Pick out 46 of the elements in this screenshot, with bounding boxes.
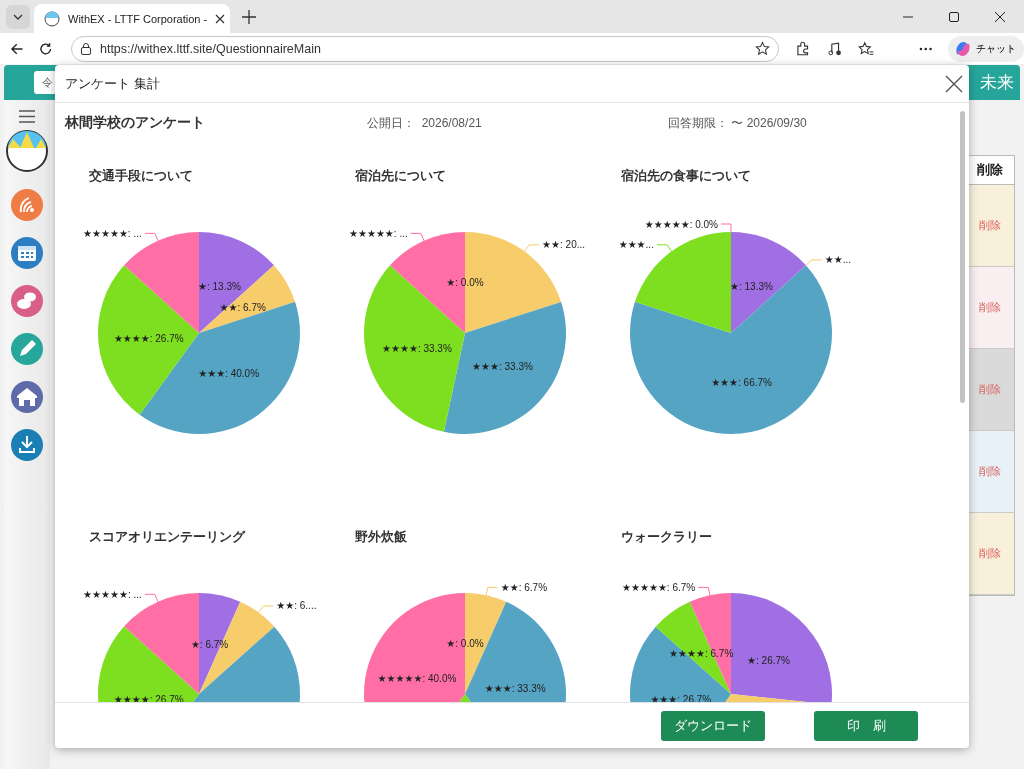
- slice-label: ★★: 20...: [542, 239, 586, 251]
- slice-label: ★★★...: [618, 239, 654, 251]
- slice-label: ★★★: 33.3%: [472, 361, 533, 373]
- slice-label: ★★: 6.7%: [219, 302, 266, 314]
- delete-link[interactable]: 削除: [979, 300, 1001, 315]
- slice-label: ★: 26.7%: [747, 654, 790, 666]
- slice-label: ★★★★★: ...: [83, 588, 142, 600]
- chart-title: スコアオリエンテーリング: [88, 529, 247, 546]
- chart-title: 宿泊先について: [354, 167, 447, 185]
- dialog-title: アンケート 集計: [65, 74, 160, 93]
- delete-link[interactable]: 削除: [979, 546, 1001, 561]
- slice-label: ★: 13.3%: [730, 281, 773, 293]
- delete-link[interactable]: 削除: [979, 464, 1001, 479]
- slice-label: ★★★★★: 40.0%: [377, 672, 457, 684]
- slice-label: ★★★★★: 0.0%: [644, 218, 718, 230]
- copilot-button[interactable]: チャット: [948, 35, 1024, 62]
- download-button[interactable]: ダウンロード: [661, 710, 765, 741]
- slice-label: ★★...: [824, 254, 852, 266]
- tab-title: WithEX - LTTF Corporation -: [68, 12, 208, 25]
- slice-label: ★: 0.0%: [446, 638, 484, 649]
- slice-label: ★★★: 66.7%: [711, 376, 772, 388]
- slice-label: ★★: 6....: [276, 600, 317, 612]
- print-button[interactable]: 印 刷: [814, 710, 918, 741]
- chart-title: 宿泊先の食事について: [620, 167, 752, 185]
- slice-label: ★★★★: 26.7%: [113, 332, 184, 344]
- browser-tab[interactable]: WithEX - LTTF Corporation -: [34, 4, 230, 33]
- header-text: 未来: [980, 72, 1014, 94]
- slice-label: ★: 0.0%: [446, 277, 484, 288]
- chart-title: 野外炊飯: [354, 529, 408, 546]
- slice-label: ★★★★★: ...: [83, 227, 142, 239]
- url-text: https://withex.lttf.site/QuestionnaireMain: [99, 41, 322, 56]
- slice-label: ★★★: 33.3%: [484, 683, 546, 695]
- deadline: 回答期限： 〜 2026/09/30: [668, 114, 808, 132]
- slice-label: ★★★★★: ...: [349, 227, 408, 239]
- survey-title: 林間学校のアンケート: [65, 114, 206, 132]
- slice-label: ★★★★: 33.3%: [382, 343, 452, 355]
- chart-title: 交通手段について: [88, 167, 194, 185]
- slice-label: ★★★★: 26.7%: [113, 693, 184, 702]
- chart-title: ウォークラリー: [620, 529, 713, 546]
- publish-date: 公開日： 2026/08/21: [367, 114, 483, 132]
- slice-label: ★★★★★: 6.7%: [622, 581, 696, 593]
- delete-link[interactable]: 削除: [979, 382, 1001, 397]
- slice-label: ★★: 6.7%: [500, 581, 548, 593]
- delete-link[interactable]: 削除: [979, 218, 1001, 233]
- slice-label: ★★★: 40.0%: [198, 368, 260, 380]
- slice-label: ★: 13.3%: [198, 281, 241, 293]
